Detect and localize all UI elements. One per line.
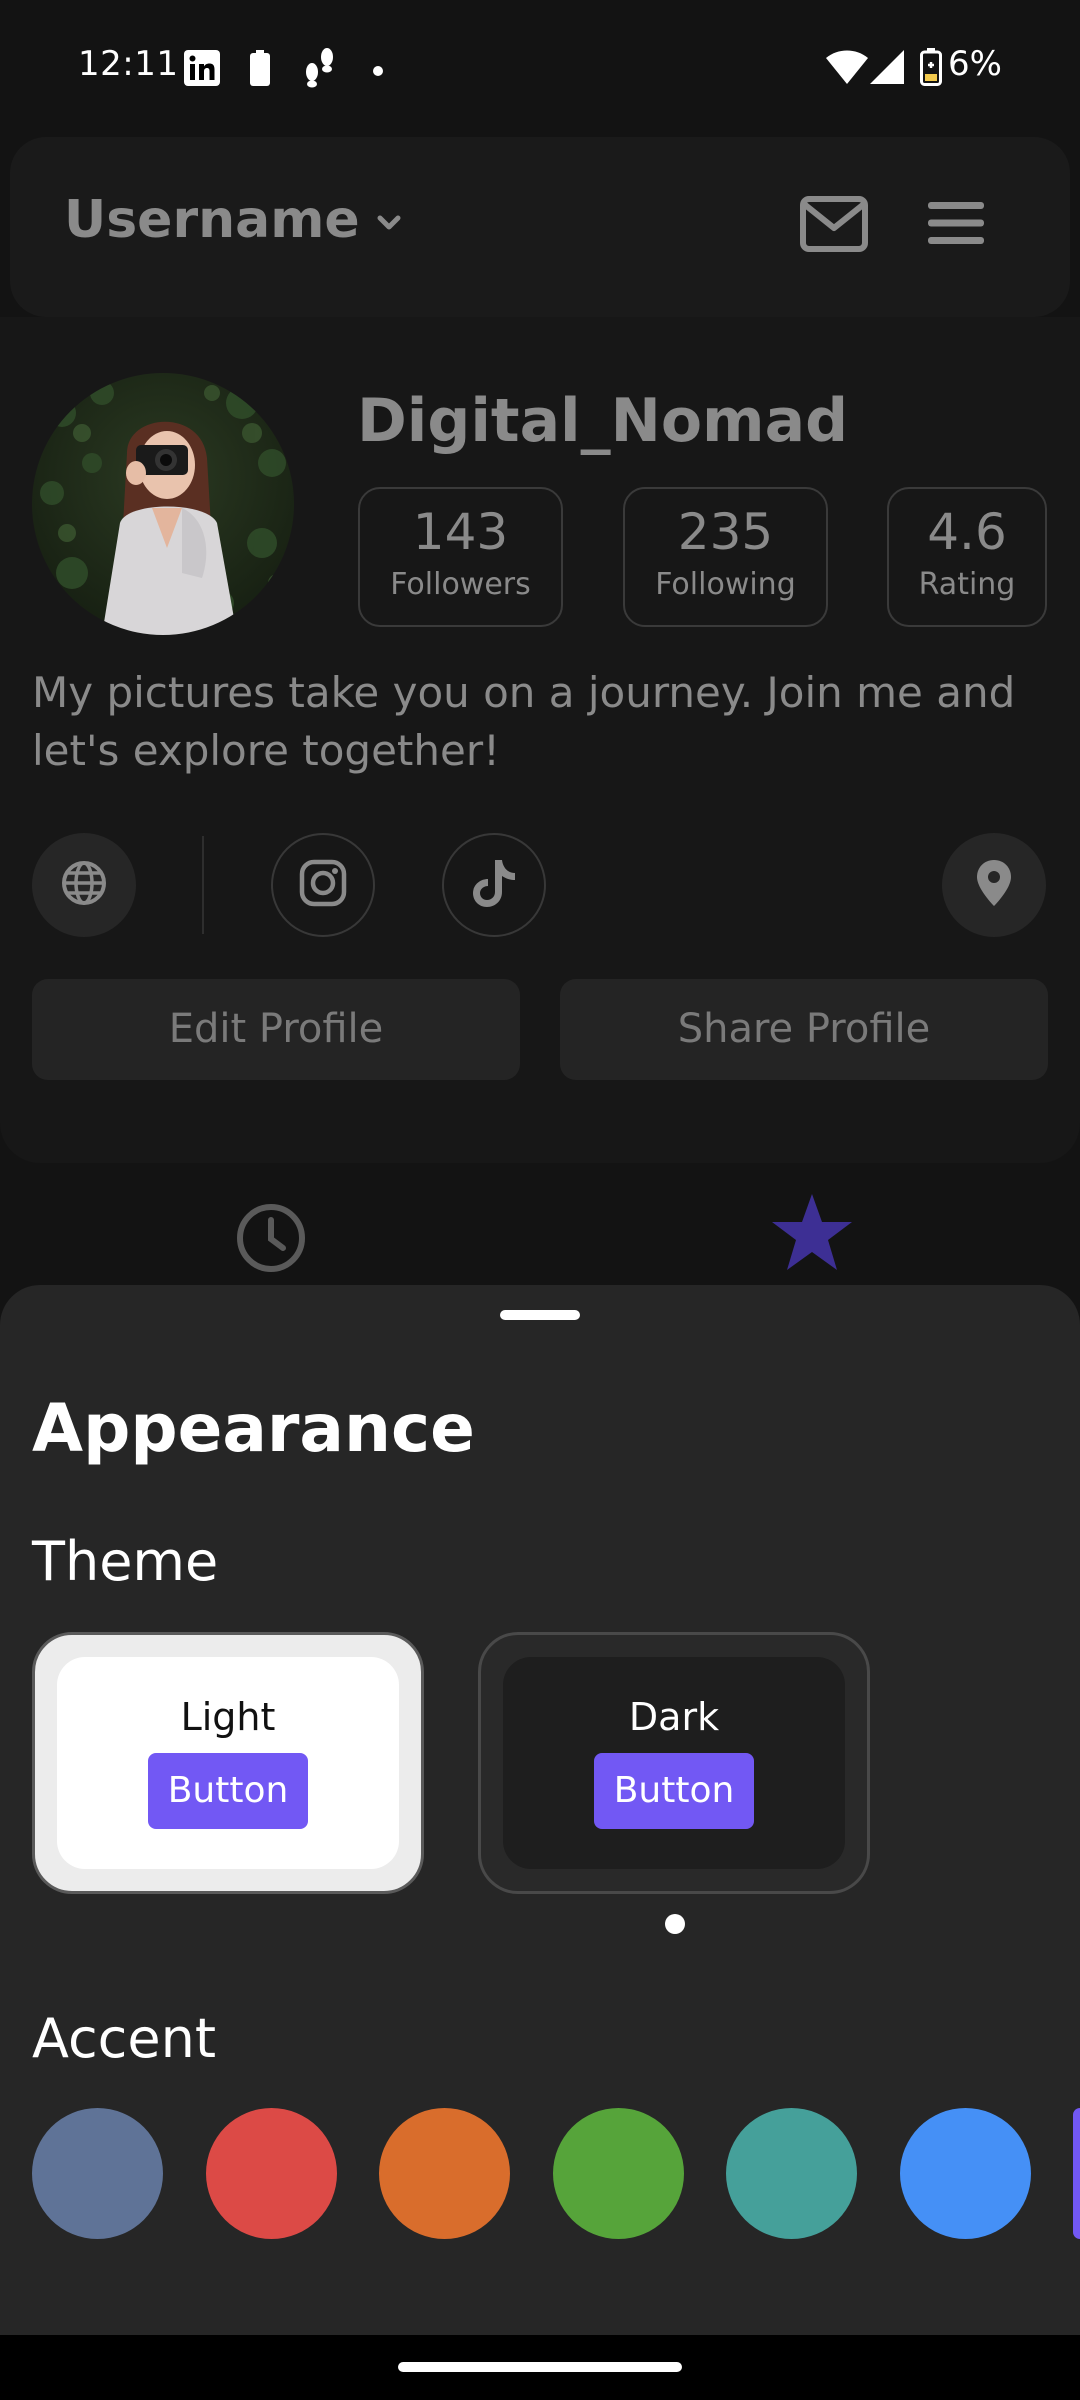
battery-percentage: 6% <box>948 44 1002 84</box>
followers-count: 143 <box>412 503 509 561</box>
battery-saver-icon <box>250 50 270 90</box>
edit-profile-button[interactable]: Edit Profile <box>32 979 520 1080</box>
clock-icon[interactable] <box>235 1202 307 1278</box>
sheet-title: Appearance <box>32 1390 475 1467</box>
mail-icon[interactable] <box>800 196 868 258</box>
selected-theme-indicator <box>665 1914 685 1934</box>
dark-theme-preview: Dark Button <box>503 1657 845 1869</box>
instagram-icon <box>298 858 348 912</box>
avatar[interactable] <box>32 373 294 635</box>
accent-swatch[interactable] <box>379 2108 510 2239</box>
following-count: 235 <box>677 503 774 561</box>
light-theme-sample-button: Button <box>148 1753 308 1829</box>
location-button[interactable] <box>942 833 1046 937</box>
dark-theme-label: Dark <box>628 1695 720 1739</box>
profile-display-name: Digital_Nomad <box>357 386 849 456</box>
accent-swatch[interactable] <box>206 2108 337 2239</box>
light-theme-label: Light <box>180 1695 276 1739</box>
accent-section-label: Accent <box>32 2007 216 2070</box>
notification-dot-icon <box>372 62 384 81</box>
status-bar: 12:11 6% <box>0 0 1080 135</box>
followers-label: Followers <box>390 567 531 602</box>
rating-label: Rating <box>918 567 1016 602</box>
rating-stat[interactable]: 4.6 Rating <box>887 487 1047 627</box>
cellular-signal-icon <box>870 50 904 88</box>
status-time: 12:11 <box>78 44 179 84</box>
accent-swatch[interactable] <box>1073 2108 1080 2239</box>
hamburger-menu-icon[interactable] <box>926 200 986 250</box>
star-icon[interactable] <box>770 1192 854 1276</box>
wifi-icon <box>826 50 868 88</box>
rating-value: 4.6 <box>927 503 1007 561</box>
tiktok-button[interactable] <box>442 833 546 937</box>
footsteps-icon <box>300 46 338 92</box>
accent-swatch[interactable] <box>553 2108 684 2239</box>
instagram-button[interactable] <box>271 833 375 937</box>
accent-swatch[interactable] <box>900 2108 1031 2239</box>
chevron-down-icon[interactable] <box>374 208 404 242</box>
following-stat[interactable]: 235 Following <box>623 487 828 627</box>
battery-charging-icon <box>920 48 942 90</box>
home-gesture-handle[interactable] <box>398 2362 682 2372</box>
location-pin-icon <box>974 858 1014 912</box>
screen: 12:11 6% Username Digital_Nomad 143 Foll… <box>0 0 1080 2400</box>
globe-icon <box>60 859 108 911</box>
share-profile-button[interactable]: Share Profile <box>560 979 1048 1080</box>
accent-swatch[interactable] <box>726 2108 857 2239</box>
followers-stat[interactable]: 143 Followers <box>358 487 563 627</box>
dark-theme-option[interactable]: Dark Button <box>478 1632 870 1894</box>
username-switcher-label[interactable]: Username <box>64 190 360 250</box>
light-theme-preview: Light Button <box>57 1657 399 1869</box>
sheet-drag-handle[interactable] <box>500 1310 580 1320</box>
following-label: Following <box>655 567 796 602</box>
website-button[interactable] <box>32 833 136 937</box>
social-divider <box>202 836 204 934</box>
dark-theme-sample-button: Button <box>594 1753 754 1829</box>
theme-section-label: Theme <box>32 1530 219 1593</box>
linkedin-icon <box>184 50 220 90</box>
accent-swatch[interactable] <box>32 2108 163 2239</box>
profile-bio: My pictures take you on a journey. Join … <box>32 668 1016 775</box>
light-theme-option[interactable]: Light Button <box>32 1632 424 1894</box>
tiktok-icon <box>469 856 519 914</box>
